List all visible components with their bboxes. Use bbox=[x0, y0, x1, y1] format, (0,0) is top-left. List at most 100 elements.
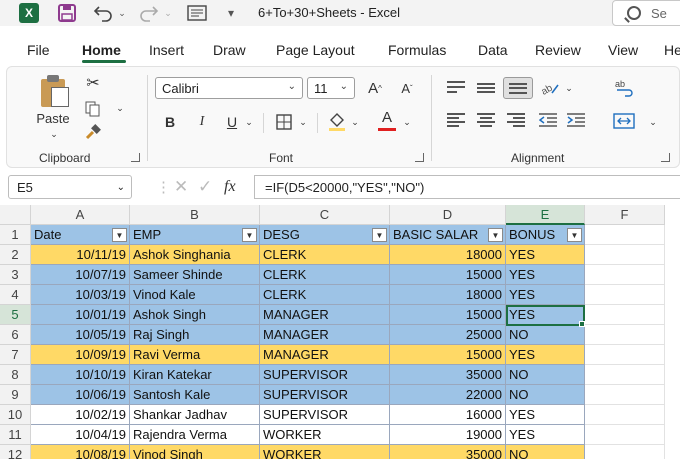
table-cell[interactable]: 10/05/19 bbox=[31, 325, 130, 345]
filter-dropdown-icon[interactable]: ▼ bbox=[372, 228, 387, 242]
filter-dropdown-icon[interactable]: ▼ bbox=[488, 228, 503, 242]
row-header[interactable]: 12 bbox=[0, 445, 31, 459]
tab-view[interactable]: View bbox=[608, 42, 638, 58]
table-cell[interactable]: NO bbox=[506, 325, 585, 345]
table-cell[interactable] bbox=[585, 385, 665, 405]
font-color-dropdown-icon[interactable]: ⌄ bbox=[401, 113, 413, 131]
borders-dropdown-icon[interactable]: ⌄ bbox=[297, 113, 309, 131]
copy-icon[interactable] bbox=[83, 99, 103, 119]
align-left-icon[interactable] bbox=[447, 113, 465, 127]
table-cell[interactable]: YES bbox=[506, 305, 585, 325]
alignment-launcher-icon[interactable] bbox=[661, 153, 670, 162]
table-cell[interactable]: 22000 bbox=[390, 385, 506, 405]
table-cell[interactable]: MANAGER bbox=[260, 305, 390, 325]
insert-function-button[interactable]: fx bbox=[224, 178, 248, 196]
table-cell[interactable]: 35000 bbox=[390, 445, 506, 459]
table-cell[interactable]: 19000 bbox=[390, 425, 506, 445]
table-cell[interactable] bbox=[585, 265, 665, 285]
table-cell[interactable]: 25000 bbox=[390, 325, 506, 345]
table-cell[interactable]: NO bbox=[506, 445, 585, 459]
table-cell[interactable]: 15000 bbox=[390, 345, 506, 365]
row-header[interactable]: 7 bbox=[0, 345, 31, 365]
table-cell[interactable]: Raj Singh bbox=[130, 325, 260, 345]
borders-icon[interactable] bbox=[273, 111, 295, 133]
row-header[interactable]: 2 bbox=[0, 245, 31, 265]
paste-button[interactable]: Paste bbox=[33, 109, 73, 127]
table-cell[interactable] bbox=[585, 285, 665, 305]
header-cell[interactable]: BONUS ▼ bbox=[506, 225, 585, 245]
table-cell[interactable] bbox=[585, 225, 665, 245]
fill-color-icon[interactable] bbox=[325, 109, 349, 133]
table-cell[interactable]: Sameer Shinde bbox=[130, 265, 260, 285]
font-color-icon[interactable]: A bbox=[375, 109, 399, 133]
tab-insert[interactable]: Insert bbox=[149, 42, 184, 58]
increase-font-size-icon[interactable]: A ^ bbox=[363, 77, 387, 99]
table-cell[interactable] bbox=[585, 425, 665, 445]
align-top-icon[interactable] bbox=[447, 81, 465, 93]
orientation-icon[interactable]: ab bbox=[539, 77, 561, 99]
table-cell[interactable]: 10/01/19 bbox=[31, 305, 130, 325]
row-header[interactable]: 10 bbox=[0, 405, 31, 425]
tab-file[interactable]: File bbox=[27, 42, 50, 58]
column-header-c[interactable]: C bbox=[260, 205, 390, 225]
paste-dropdown-icon[interactable]: ⌄ bbox=[47, 129, 61, 139]
row-header[interactable]: 9 bbox=[0, 385, 31, 405]
table-cell[interactable] bbox=[585, 405, 665, 425]
table-cell[interactable]: Ashok Singhania bbox=[130, 245, 260, 265]
align-center-icon[interactable] bbox=[477, 113, 495, 127]
table-cell[interactable]: Santosh Kale bbox=[130, 385, 260, 405]
table-cell[interactable]: YES bbox=[506, 405, 585, 425]
row-header[interactable]: 4 bbox=[0, 285, 31, 305]
underline-dropdown-icon[interactable]: ⌄ bbox=[243, 113, 255, 131]
paste-icon[interactable] bbox=[37, 75, 71, 107]
table-cell[interactable]: Kiran Katekar bbox=[130, 365, 260, 385]
redo-icon[interactable] bbox=[136, 2, 162, 24]
table-cell[interactable]: SUPERVISOR bbox=[260, 365, 390, 385]
table-cell[interactable]: 10/06/19 bbox=[31, 385, 130, 405]
table-cell[interactable] bbox=[585, 445, 665, 459]
table-cell[interactable]: Vinod Kale bbox=[130, 285, 260, 305]
row-header[interactable]: 5 bbox=[0, 305, 31, 325]
copy-dropdown-icon[interactable]: ⌄ bbox=[113, 101, 127, 115]
row-header[interactable]: 3 bbox=[0, 265, 31, 285]
column-header-b[interactable]: B bbox=[130, 205, 260, 225]
save-icon[interactable] bbox=[56, 2, 78, 24]
table-cell[interactable]: SUPERVISOR bbox=[260, 385, 390, 405]
align-right-icon[interactable] bbox=[507, 113, 525, 127]
format-painter-icon[interactable] bbox=[83, 123, 103, 143]
table-cell[interactable]: NO bbox=[506, 365, 585, 385]
formula-input[interactable]: =IF(D5<20000,"YES","NO") bbox=[254, 175, 680, 199]
table-cell[interactable]: Rajendra Verma bbox=[130, 425, 260, 445]
undo-dropdown-icon[interactable]: ⌄ bbox=[116, 2, 128, 24]
more-options-icon[interactable]: ⋮ bbox=[156, 178, 174, 196]
table-cell[interactable]: Ashok Singh bbox=[130, 305, 260, 325]
customize-toolbar-icon[interactable]: ▾ bbox=[222, 2, 240, 24]
column-header-f[interactable]: F bbox=[585, 205, 665, 225]
cut-icon[interactable]: ✂ bbox=[83, 73, 103, 93]
tab-help[interactable]: He bbox=[664, 42, 680, 58]
table-cell[interactable]: YES bbox=[506, 285, 585, 305]
table-cell[interactable]: CLERK bbox=[260, 265, 390, 285]
form-icon[interactable] bbox=[184, 2, 210, 24]
table-cell[interactable]: 16000 bbox=[390, 405, 506, 425]
tab-draw[interactable]: Draw bbox=[213, 42, 246, 58]
italic-button[interactable]: I bbox=[191, 111, 213, 133]
table-cell[interactable]: NO bbox=[506, 385, 585, 405]
font-size-select[interactable]: 11 ⌄ bbox=[307, 77, 355, 99]
table-cell[interactable]: WORKER bbox=[260, 425, 390, 445]
select-all-corner[interactable] bbox=[0, 205, 31, 225]
header-cell[interactable]: EMP ▼ bbox=[130, 225, 260, 245]
table-cell[interactable]: CLERK bbox=[260, 245, 390, 265]
align-middle-icon[interactable] bbox=[477, 83, 495, 93]
column-header-e[interactable]: E bbox=[506, 205, 585, 225]
redo-dropdown-icon[interactable]: ⌄ bbox=[162, 2, 174, 24]
filter-dropdown-icon[interactable]: ▼ bbox=[242, 228, 257, 242]
column-header-d[interactable]: D bbox=[390, 205, 506, 225]
decrease-indent-icon[interactable] bbox=[537, 111, 559, 129]
table-cell[interactable]: 15000 bbox=[390, 265, 506, 285]
table-cell[interactable] bbox=[585, 245, 665, 265]
table-cell[interactable] bbox=[585, 365, 665, 385]
row-header[interactable]: 11 bbox=[0, 425, 31, 445]
cancel-icon[interactable]: ✕ bbox=[174, 177, 198, 197]
table-cell[interactable]: YES bbox=[506, 245, 585, 265]
